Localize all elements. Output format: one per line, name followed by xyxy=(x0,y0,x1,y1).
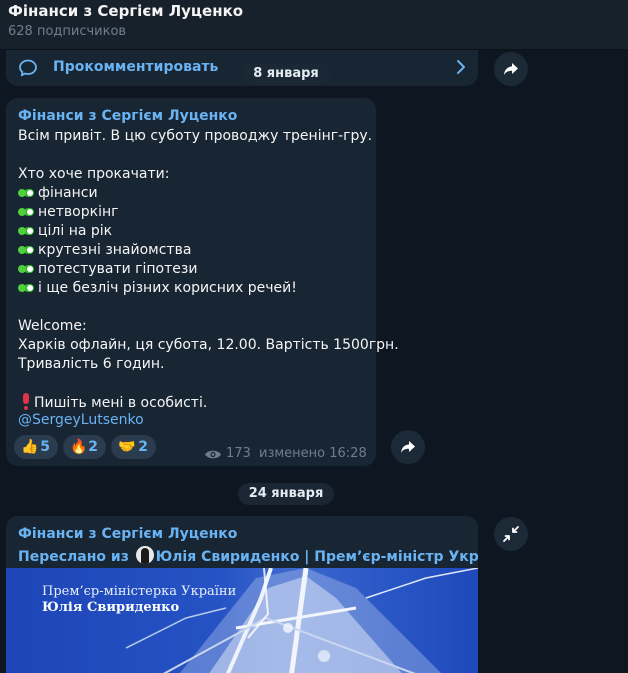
toggle-on-icon xyxy=(18,265,36,273)
post-list-heading: Хто хоче прокачати: xyxy=(18,166,170,182)
post-intro: Всім привіт. В цю суботу проводжу тренін… xyxy=(18,128,373,144)
exclamation-icon xyxy=(22,393,30,410)
list-item: крутезні знайомства xyxy=(18,241,191,260)
post-welcome: Welcome: xyxy=(18,318,87,334)
handshake-icon: 🤝 xyxy=(118,439,136,455)
fire-icon: 🔥 xyxy=(70,439,88,455)
avatar xyxy=(135,546,154,564)
list-item: фінанси xyxy=(18,184,98,203)
channel-header[interactable]: Фінанси з Сергієм Луценко 628 подписчико… xyxy=(0,0,628,50)
reaction-thumbs-up[interactable]: 👍 5 xyxy=(14,435,58,459)
list-item: цілі на рік xyxy=(18,222,112,241)
date-separator: 8 января xyxy=(242,63,330,85)
comment-bubble-icon xyxy=(19,59,37,77)
list-item: нетворкінг xyxy=(18,203,118,222)
post-cta: Пишіть мені в особисті. xyxy=(18,393,207,413)
toggle-on-icon xyxy=(18,227,36,235)
list-item: потестувати гіпотези xyxy=(18,260,197,279)
collapse-button[interactable] xyxy=(494,517,528,551)
eye-icon xyxy=(205,450,221,459)
share-arrow-icon xyxy=(401,441,415,453)
channel-title: Фінанси з Сергієм Луценко xyxy=(8,2,244,20)
post-photo[interactable]: Прем’єр-міністерка України Юлія Свириден… xyxy=(6,568,478,673)
list-item: і ще безліч різних корисних речей! xyxy=(18,279,297,298)
photo-caption-title: Прем’єр-міністерка України xyxy=(42,584,237,599)
mention-link[interactable]: @SergeyLutsenko xyxy=(18,412,144,428)
toggle-on-icon xyxy=(18,189,36,197)
forwarded-post: Фінанси з Сергієм Луценко Переслано из Ю… xyxy=(6,516,478,673)
post-author[interactable]: Фінанси з Сергієм Луценко xyxy=(18,108,237,124)
comments-button[interactable]: Прокомментировать xyxy=(6,50,478,86)
view-count: 173 xyxy=(226,446,251,461)
toggle-on-icon xyxy=(18,208,36,216)
date-separator: 24 января xyxy=(238,483,334,505)
chevron-right-icon xyxy=(457,60,465,74)
comments-label: Прокомментировать xyxy=(53,59,219,75)
forwarded-from[interactable]: Переслано из Юлія Свириденко | Прем’єр-м… xyxy=(18,546,478,565)
post-details: Харків офлайн, ця субота, 12.00. Вартіст… xyxy=(18,337,399,353)
share-arrow-icon xyxy=(504,63,518,75)
photo-caption-name: Юлія Свириденко xyxy=(42,600,180,615)
toggle-on-icon xyxy=(18,246,36,254)
reaction-handshake[interactable]: 🤝 2 xyxy=(111,435,156,459)
subscriber-count: 628 подписчиков xyxy=(8,24,127,39)
share-button[interactable] xyxy=(494,52,528,86)
edited-timestamp: изменено 16:28 xyxy=(259,446,367,461)
share-button[interactable] xyxy=(391,430,425,464)
post-author[interactable]: Фінанси з Сергієм Луценко xyxy=(18,526,237,542)
collapse-arrows-icon xyxy=(503,526,519,542)
reaction-fire[interactable]: 🔥 2 xyxy=(63,435,106,459)
post-duration: Тривалість 6 годин. xyxy=(18,356,165,372)
thumbs-up-icon: 👍 xyxy=(21,439,39,455)
channel-post: Фінанси з Сергієм Луценко Всім привіт. В… xyxy=(6,98,399,466)
toggle-on-icon xyxy=(18,284,36,292)
